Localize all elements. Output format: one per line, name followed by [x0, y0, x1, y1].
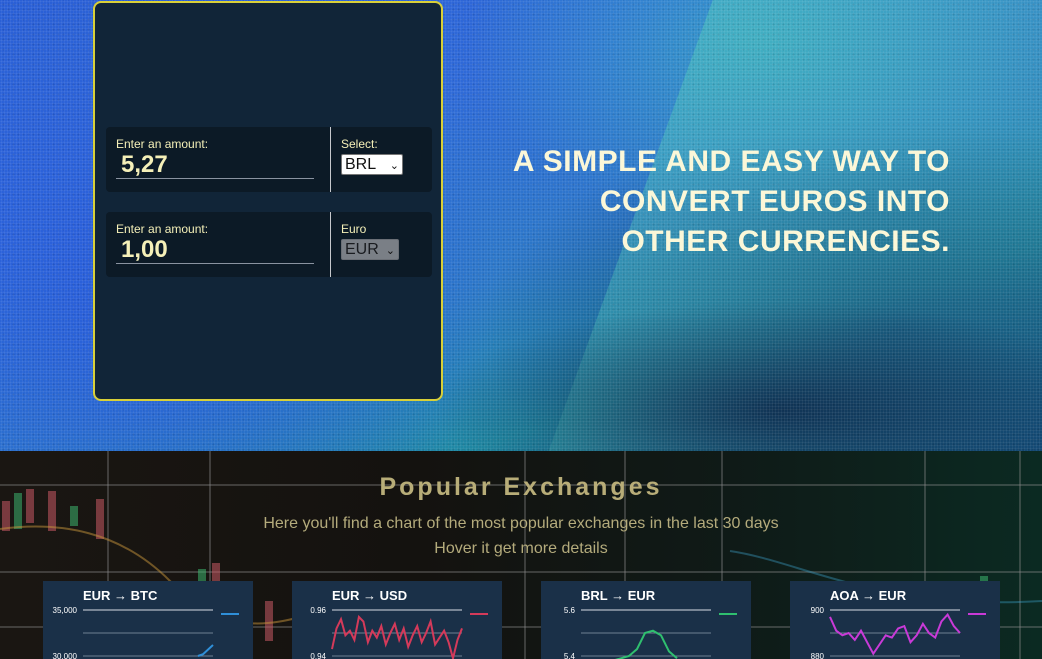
pair-label: EUR → USD — [332, 588, 408, 603]
converter-row-target: Enter an amount: 1,00 Euro EUR ⌄ — [106, 212, 432, 277]
popular-exchanges-section: Popular Exchanges Here you'll find a cha… — [0, 451, 1042, 659]
currency-select-value: EUR — [345, 241, 379, 258]
row-divider — [330, 127, 331, 192]
currency-select-value: BRL — [345, 156, 377, 173]
currency-converter-panel: Enter an amount: 5,27 Select: BRL ⌄ Ente… — [93, 1, 443, 401]
y-tick-label: 5.6 — [564, 606, 576, 615]
pair-label: BRL → EUR — [581, 588, 656, 603]
section-hint: Hover it get more details — [434, 540, 608, 557]
headline-line: OTHER CURRENCIES. — [621, 225, 950, 258]
currency-select-label: Select: — [341, 137, 378, 151]
chevron-down-icon: ⌄ — [385, 245, 395, 257]
amount-input-source[interactable]: 5,27 — [116, 151, 314, 179]
series-line — [331, 614, 463, 659]
y-tick-label: 880 — [811, 652, 825, 659]
series-line — [829, 612, 961, 656]
currency-select-target: EUR ⌄ — [341, 239, 399, 260]
currency-select-source[interactable]: BRL ⌄ — [341, 154, 403, 175]
series-line — [197, 644, 214, 657]
headline-line: A SIMPLE AND EASY WAY TO — [512, 145, 950, 178]
row-divider — [330, 212, 331, 277]
pair-label: AOA → EUR — [830, 588, 907, 603]
y-tick-label: 0.96 — [310, 606, 326, 615]
hero-headline: A SIMPLE AND EASY WAY TO CONVERT EUROS I… — [470, 142, 950, 262]
pair-label: EUR → BTC — [83, 588, 158, 603]
exchange-card-aoa-eur[interactable]: 900 880 AOA → EUR — [790, 581, 1000, 659]
exchange-card-brl-eur[interactable]: 5.6 5.4 BRL → EUR — [541, 581, 751, 659]
amount-label: Enter an amount: — [116, 137, 209, 151]
chevron-down-icon: ⌄ — [389, 160, 399, 172]
exchange-card-eur-usd[interactable]: 0.96 0.94 EUR → USD — [292, 581, 502, 659]
amount-input-target[interactable]: 1,00 — [116, 236, 314, 264]
converter-row-source: Enter an amount: 5,27 Select: BRL ⌄ — [106, 127, 432, 192]
y-tick-label: 5.4 — [564, 652, 576, 659]
section-title: Popular Exchanges — [379, 473, 663, 501]
hero-section: Enter an amount: 5,27 Select: BRL ⌄ Ente… — [0, 0, 1042, 451]
section-subtitle: Here you'll find a chart of the most pop… — [263, 515, 779, 532]
y-tick-label: 900 — [811, 606, 825, 615]
y-tick-label: 30,000 — [53, 652, 78, 659]
y-tick-label: 35,000 — [53, 606, 78, 615]
series-line — [614, 629, 678, 659]
exchange-card-eur-btc[interactable]: 35,000 30,000 EUR → BTC — [43, 581, 253, 659]
headline-line: CONVERT EUROS INTO — [599, 185, 950, 218]
y-tick-label: 0.94 — [310, 652, 326, 659]
currency-select-label: Euro — [341, 222, 367, 236]
amount-label: Enter an amount: — [116, 222, 209, 236]
